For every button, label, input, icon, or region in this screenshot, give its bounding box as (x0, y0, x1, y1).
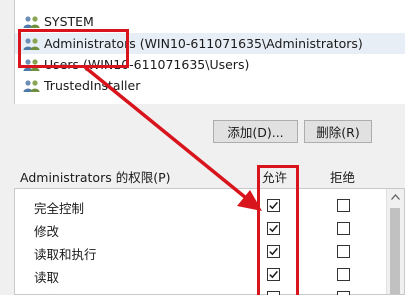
list-item-label: SYSTEM (44, 14, 94, 29)
list-item-trustedinstaller[interactable]: TrustedInstaller (15, 75, 405, 96)
list-item-administrators[interactable]: Administrators (WIN10-611071635\Administ… (15, 33, 405, 54)
deny-checkbox[interactable] (337, 245, 350, 258)
allow-checkbox[interactable] (267, 199, 280, 212)
allow-checkbox[interactable] (267, 222, 280, 235)
deny-checkbox[interactable] (337, 222, 350, 235)
permission-row: 修改 (15, 217, 375, 240)
permission-row: 写入 (15, 286, 375, 295)
permission-name: 写入 (34, 290, 59, 295)
deny-checkbox[interactable] (337, 268, 350, 281)
list-item-system[interactable]: SYSTEM (15, 11, 405, 32)
allow-checkbox[interactable] (267, 291, 280, 295)
permission-name: 读取 (34, 270, 60, 285)
allow-checkbox[interactable] (267, 268, 280, 281)
permission-row: 完全控制 (15, 194, 375, 217)
group-user-list[interactable]: SYSTEM Administrators (WIN10-611071635\A… (14, 0, 405, 104)
deny-checkbox[interactable] (337, 199, 350, 212)
allow-checkbox[interactable] (267, 245, 280, 258)
scrollbar-thumb[interactable] (390, 208, 400, 294)
permissions-table: 完全控制修改读取和执行读取写入 (14, 188, 405, 295)
permissions-header: Administrators 的权限(P) (20, 170, 171, 185)
permission-row: 读取和执行 (15, 240, 375, 263)
permission-name: 修改 (34, 224, 60, 239)
permission-name: 读取和执行 (34, 247, 97, 262)
list-item-users[interactable]: Users (WIN10-611071635\Users) (15, 54, 405, 75)
user-group-icon (23, 15, 40, 28)
scrollbar[interactable] (386, 189, 404, 294)
deny-checkbox[interactable] (337, 291, 350, 295)
list-item-label: Users (WIN10-611071635\Users) (44, 57, 250, 72)
remove-button[interactable]: 删除(R) (304, 120, 372, 143)
list-item-label: Administrators (WIN10-611071635\Administ… (44, 36, 363, 51)
permission-row: 读取 (15, 263, 375, 286)
user-group-icon (23, 37, 40, 50)
security-permissions-dialog: SYSTEM Administrators (WIN10-611071635\A… (0, 0, 405, 295)
permission-name: 完全控制 (34, 201, 85, 216)
add-button[interactable]: 添加(D)... (213, 120, 298, 143)
allow-column-header: 允许 (262, 170, 288, 185)
user-group-icon (23, 58, 40, 71)
scroll-up-arrow-icon[interactable] (391, 194, 400, 200)
user-group-icon (23, 79, 40, 92)
list-item-label: TrustedInstaller (44, 78, 141, 93)
deny-column-header: 拒绝 (330, 170, 356, 185)
